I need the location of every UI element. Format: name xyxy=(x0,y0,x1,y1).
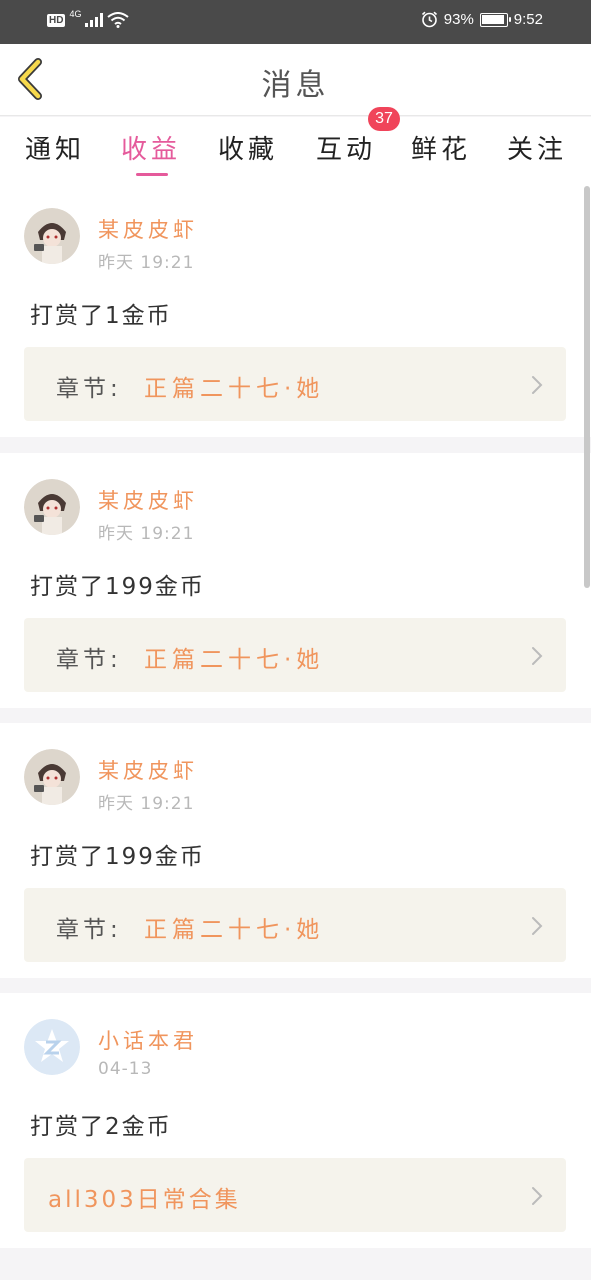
tab-notifications[interactable]: 通知 xyxy=(25,129,85,166)
chevron-right-icon xyxy=(532,1187,543,1205)
chapter-label: 章节: xyxy=(56,376,122,402)
avatar[interactable] xyxy=(24,1019,80,1075)
alarm-icon xyxy=(421,11,437,28)
chapter-title: 正篇二十七·她 xyxy=(144,647,325,673)
chapter-link[interactable]: 章节: 正篇二十七·她 xyxy=(24,347,566,421)
timestamp: 昨天 19:21 xyxy=(98,794,195,814)
message-card: 某皮皮虾 昨天 19:21 打赏了199金币 章节: 正篇二十七·她 xyxy=(0,453,591,708)
chapter-link[interactable]: 章节: 正篇二十七·她 xyxy=(24,618,566,692)
avatar[interactable] xyxy=(24,479,80,535)
tab-interactions[interactable]: 互动 xyxy=(316,129,376,166)
reward-text: 打赏了199金币 xyxy=(30,574,205,600)
chapter-title: 正篇二十七·她 xyxy=(144,376,325,402)
battery-icon xyxy=(479,12,511,27)
reward-text: 打赏了1金币 xyxy=(30,303,172,329)
navigation-bar: 消息 xyxy=(0,44,591,116)
chapter-title: 正篇二十七·她 xyxy=(144,917,325,943)
user-name[interactable]: 某皮皮虾 xyxy=(98,755,198,785)
user-name[interactable]: 某皮皮虾 xyxy=(98,214,198,244)
clock-time: 9:52 xyxy=(513,11,543,28)
chapter-title: all303日常合集 xyxy=(48,1187,241,1213)
chapter-link[interactable]: all303日常合集 xyxy=(24,1158,566,1232)
signal-icon xyxy=(85,13,104,27)
message-card: 某皮皮虾 昨天 19:21 打赏了199金币 章节: 正篇二十七·她 xyxy=(0,723,591,978)
message-card: 某皮皮虾 昨天 19:21 打赏了1金币 章节: 正篇二十七·她 xyxy=(0,182,591,437)
status-bar: HD 4G 93% 9:52 xyxy=(0,0,591,44)
chapter-label: 章节: xyxy=(56,917,122,943)
tab-flowers[interactable]: 鲜花 xyxy=(411,129,471,166)
chapter-link[interactable]: 章节: 正篇二十七·她 xyxy=(24,888,566,962)
message-card: 小话本君 04-13 打赏了2金币 all303日常合集 xyxy=(0,993,591,1248)
page-title: 消息 xyxy=(261,68,330,103)
avatar[interactable] xyxy=(24,208,80,264)
status-left: HD 4G xyxy=(47,9,130,28)
hd-badge: HD xyxy=(47,13,66,27)
tab-following[interactable]: 关注 xyxy=(507,129,567,166)
status-right: 93% 9:52 xyxy=(421,11,543,28)
timestamp: 04-13 xyxy=(98,1059,153,1079)
interaction-count-badge: 37 xyxy=(368,107,400,131)
wifi-icon xyxy=(107,12,130,28)
active-tab-indicator xyxy=(136,173,168,176)
timestamp: 昨天 19:21 xyxy=(98,524,195,544)
battery-text: 93% xyxy=(443,11,474,28)
reward-text: 打赏了2金币 xyxy=(30,1114,172,1140)
network-type: 4G xyxy=(69,9,82,19)
chevron-right-icon xyxy=(532,376,543,394)
user-name[interactable]: 小话本君 xyxy=(98,1025,198,1055)
chapter-label: 章节: xyxy=(56,647,122,673)
chevron-right-icon xyxy=(532,647,543,665)
chevron-right-icon xyxy=(532,917,543,935)
timestamp: 昨天 19:21 xyxy=(98,253,195,273)
tab-favorites[interactable]: 收藏 xyxy=(218,129,278,166)
reward-text: 打赏了199金币 xyxy=(30,844,205,870)
tab-earnings[interactable]: 收益 xyxy=(121,129,181,166)
tab-bar: 通知 收益 收藏 互动 37 鲜花 关注 xyxy=(0,107,591,182)
avatar[interactable] xyxy=(24,749,80,805)
scrollbar[interactable] xyxy=(584,186,590,588)
user-name[interactable]: 某皮皮虾 xyxy=(98,485,198,515)
